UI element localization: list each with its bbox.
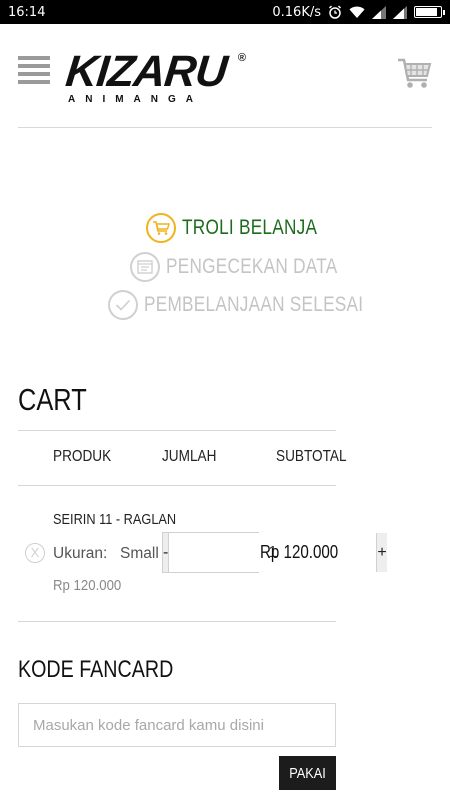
size-label: Ukuran: — [53, 545, 108, 562]
logo-subtext: ANIMANGA — [68, 94, 203, 105]
battery-icon — [414, 6, 445, 18]
hamburger-menu-icon[interactable] — [18, 56, 50, 84]
logo-text: KIZARU — [63, 47, 229, 96]
shopping-cart-icon[interactable] — [396, 54, 432, 90]
wifi-icon — [349, 6, 365, 18]
signal-icon — [393, 5, 407, 19]
cart-item-divider — [18, 621, 336, 622]
apply-fancard-button[interactable]: PAKAI — [279, 756, 336, 790]
cart-title: CART — [18, 382, 87, 417]
fancard-title: KODE FANCARD — [18, 656, 174, 683]
header-divider — [18, 127, 432, 128]
column-header-jumlah: JUMLAH — [162, 448, 217, 465]
battery-level — [416, 8, 437, 16]
cart-step-icon — [146, 213, 176, 243]
size-value: Small — [120, 545, 159, 562]
signal-icon — [372, 5, 386, 19]
quantity-stepper: - + — [162, 532, 387, 573]
network-speed: 0.16K/s — [272, 4, 321, 20]
logo-registered-mark: ® — [237, 52, 246, 64]
form-step-icon — [130, 252, 160, 282]
table-header-divider — [18, 485, 336, 486]
status-time: 16:14 — [8, 4, 46, 20]
unit-price: Rp 120.000 — [53, 577, 122, 594]
step-label: PENGECEKAN DATA — [166, 255, 338, 278]
apply-fancard-label: PAKAI — [289, 764, 326, 782]
header: KIZARU ® ANIMANGA — [0, 24, 450, 128]
column-header-produk: PRODUK — [53, 448, 112, 465]
logo[interactable]: KIZARU ® ANIMANGA — [63, 47, 248, 106]
fancard-code-input[interactable] — [18, 703, 336, 747]
step-label: TROLI BELANJA — [182, 216, 318, 239]
remove-item-button[interactable]: X — [25, 543, 45, 563]
status-bar: 16:14 0.16K/s — [0, 0, 450, 24]
step-label: PEMBELANJAAN SELESAI — [144, 293, 364, 316]
status-indicators: 0.16K/s — [272, 4, 445, 20]
cart-divider — [18, 430, 336, 431]
check-step-icon — [108, 290, 138, 320]
item-subtotal: Rp 120.000 — [260, 542, 339, 562]
product-name[interactable]: SEIRIN 11 - RAGLAN — [53, 512, 176, 528]
step-pengecekan-data: PENGECEKAN DATA — [130, 252, 375, 282]
step-troli-belanja: TROLI BELANJA — [146, 213, 347, 243]
alarm-icon — [328, 5, 342, 19]
increment-button[interactable]: + — [377, 533, 387, 572]
column-header-subtotal: SUBTOTAL — [276, 448, 347, 465]
step-pembelanjaan-selesai: PEMBELANJAAN SELESAI — [108, 290, 411, 320]
